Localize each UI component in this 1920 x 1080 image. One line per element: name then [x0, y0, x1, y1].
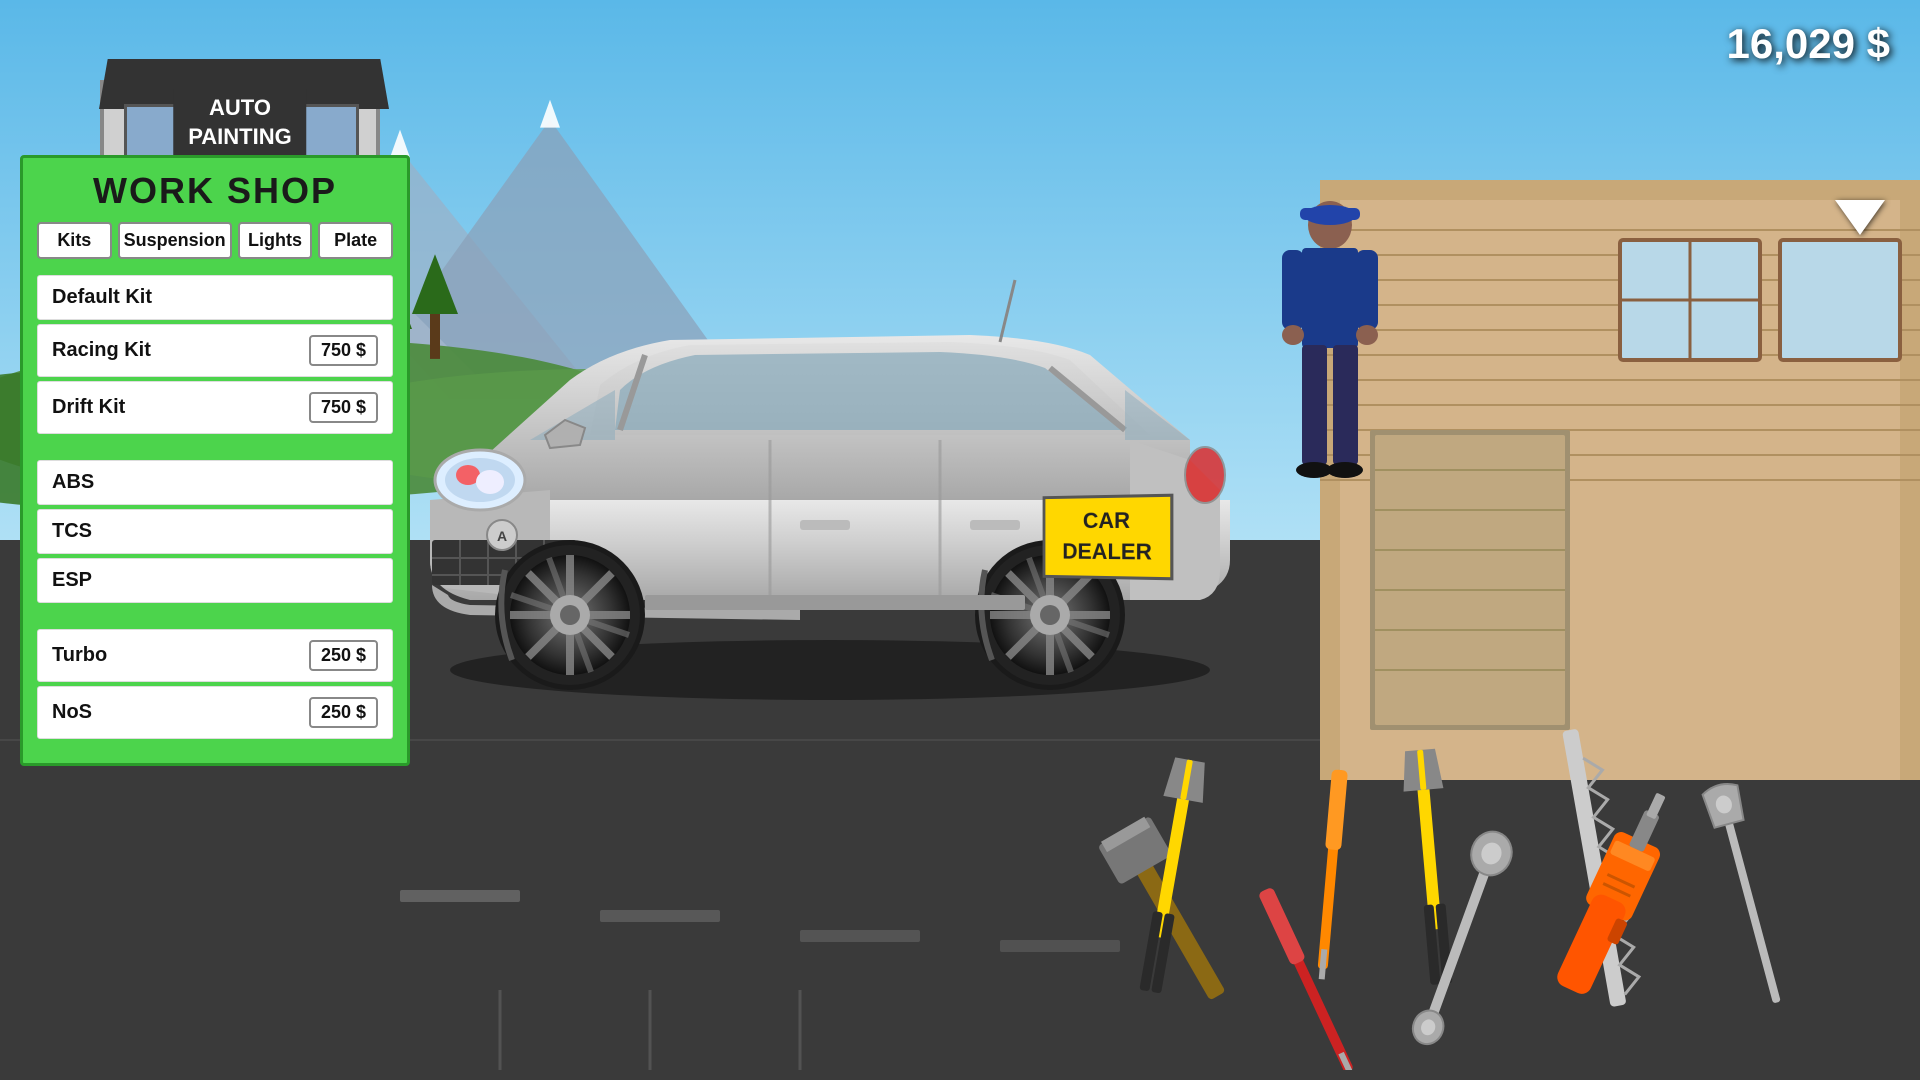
auto-painting-line1: AUTO [188, 94, 291, 123]
item-esp[interactable]: ESP [37, 558, 393, 603]
item-racing-kit[interactable]: Racing Kit 750 $ [37, 324, 393, 377]
person-character [1280, 200, 1380, 480]
item-price: 750 $ [309, 335, 378, 366]
item-label: TCS [52, 520, 92, 543]
green-spacer-1 [23, 438, 407, 456]
item-price: 250 $ [309, 640, 378, 671]
item-label: Default Kit [52, 286, 152, 309]
item-turbo[interactable]: Turbo 250 $ [37, 629, 393, 682]
item-label: NoS [52, 701, 92, 724]
plate-line1: CAR [1062, 505, 1152, 536]
item-label: ESP [52, 569, 92, 592]
tab-suspension[interactable]: Suspension [118, 222, 232, 259]
item-drift-kit[interactable]: Drift Kit 750 $ [37, 381, 393, 434]
tab-row: Kits Suspension Lights Plate [23, 222, 407, 271]
svg-text:A: A [497, 528, 507, 544]
item-price: 250 $ [309, 697, 378, 728]
item-label: ABS [52, 471, 94, 494]
workshop-panel: WORK SHOP Kits Suspension Lights Plate D… [20, 155, 410, 766]
green-spacer-2 [23, 607, 407, 625]
workshop-title: WORK SHOP [23, 158, 407, 222]
tab-kits[interactable]: Kits [37, 222, 112, 259]
item-label: Drift Kit [52, 396, 125, 419]
item-default-kit[interactable]: Default Kit [37, 275, 393, 320]
item-price: 750 $ [309, 392, 378, 423]
auto-painting-line2: PAINTING [188, 123, 291, 152]
item-label: Turbo [52, 644, 107, 667]
money-amount: 16,029 $ [1727, 20, 1891, 67]
money-display: 16,029 $ [1727, 20, 1891, 68]
tab-lights[interactable]: Lights [238, 222, 313, 259]
item-abs[interactable]: ABS [37, 460, 393, 505]
tools-decoration [1070, 710, 1790, 1070]
item-label: Racing Kit [52, 339, 151, 362]
tab-plate[interactable]: Plate [318, 222, 393, 259]
plate-line2: DEALER [1062, 537, 1152, 568]
car-display: A [350, 180, 1300, 700]
item-tcs[interactable]: TCS [37, 509, 393, 554]
car-dealer-plate: CAR DEALER [1043, 494, 1174, 580]
item-nos[interactable]: NoS 250 $ [37, 686, 393, 739]
dropdown-arrow[interactable] [1835, 200, 1885, 235]
